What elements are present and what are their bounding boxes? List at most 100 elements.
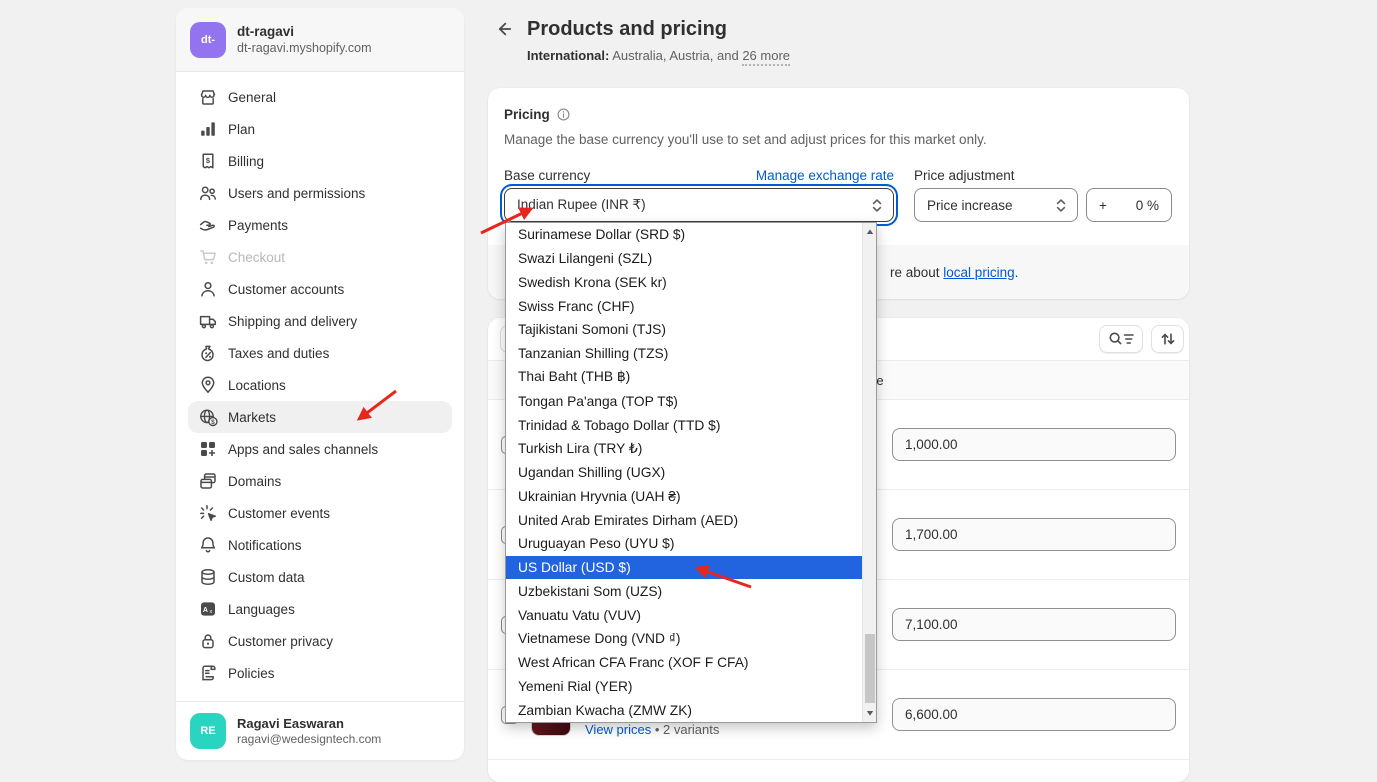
currency-option[interactable]: Thai Baht (THB ฿) xyxy=(506,366,862,390)
sidebar-item-label: Plan xyxy=(228,122,255,137)
select-updown-icon xyxy=(1055,198,1067,213)
manage-exchange-rate-link[interactable]: Manage exchange rate xyxy=(756,168,894,183)
back-arrow-icon[interactable] xyxy=(494,19,514,39)
currency-option[interactable]: Zambian Kwacha (ZMW ZK) xyxy=(506,698,862,722)
user-account[interactable]: RE Ragavi Easwaran ragavi@wedesigntech.c… xyxy=(176,701,464,760)
currency-option[interactable]: Tajikistani Somoni (TJS) xyxy=(506,318,862,342)
view-prices-link[interactable]: View prices xyxy=(585,722,651,737)
search-filter-icon xyxy=(1108,331,1135,347)
currency-option[interactable]: West African CFA Franc (XOF F CFA) xyxy=(506,651,862,675)
currency-option[interactable]: Swiss Franc (CHF) xyxy=(506,294,862,318)
user-email: ragavi@wedesigntech.com xyxy=(237,732,381,746)
sidebar-item-checkout[interactable]: Checkout xyxy=(188,241,452,273)
price-adjustment-type-value: Price increase xyxy=(927,198,1013,213)
pricing-card-title: Pricing xyxy=(504,107,571,122)
price-input[interactable] xyxy=(892,608,1176,641)
currency-option[interactable]: Swedish Krona (SEK kr) xyxy=(506,271,862,295)
sort-button[interactable] xyxy=(1151,325,1184,353)
user-avatar: RE xyxy=(190,713,226,749)
price-input[interactable] xyxy=(892,428,1176,461)
sidebar-item-apps-and-sales-channels[interactable]: Apps and sales channels xyxy=(188,433,452,465)
currency-option[interactable]: Ukrainian Hryvnia (UAH ₴) xyxy=(506,484,862,508)
currency-option[interactable]: Uzbekistani Som (UZS) xyxy=(506,579,862,603)
billing-icon: $ xyxy=(198,151,218,171)
scrollbar-thumb[interactable] xyxy=(865,634,875,703)
sidebar-item-label: Policies xyxy=(228,666,275,681)
currency-option[interactable]: Turkish Lira (TRY ₺) xyxy=(506,437,862,461)
variant-count: • 2 variants xyxy=(655,722,720,737)
sidebar-item-label: Taxes and duties xyxy=(228,346,329,361)
sidebar-item-plan[interactable]: Plan xyxy=(188,113,452,145)
adjustment-prefix: + xyxy=(1099,198,1107,213)
price-input[interactable] xyxy=(892,518,1176,551)
info-icon[interactable] xyxy=(556,107,571,122)
currency-option[interactable]: US Dollar (USD $) xyxy=(506,556,862,580)
sidebar-item-customer-privacy[interactable]: Customer privacy xyxy=(188,625,452,657)
scroll-up-icon[interactable] xyxy=(863,225,876,239)
currency-option[interactable]: Vietnamese Dong (VND ₫) xyxy=(506,627,862,651)
sidebar-item-notifications[interactable]: Notifications xyxy=(188,529,452,561)
page-title: Products and pricing xyxy=(527,16,727,42)
base-currency-select[interactable]: Indian Rupee (INR ₹) xyxy=(504,188,894,222)
currency-option[interactable]: Ugandan Shilling (UGX) xyxy=(506,461,862,485)
privacy-icon xyxy=(198,631,218,651)
dropdown-scrollbar[interactable] xyxy=(862,223,876,722)
user-initials: RE xyxy=(200,725,215,737)
sidebar-item-payments[interactable]: Payments xyxy=(188,209,452,241)
sidebar-item-customer-accounts[interactable]: Customer accounts xyxy=(188,273,452,305)
currency-option[interactable]: Vanuatu Vatu (VUV) xyxy=(506,603,862,627)
sidebar-item-users-and-permissions[interactable]: Users and permissions xyxy=(188,177,452,209)
svg-text:x: x xyxy=(210,609,213,615)
notifications-icon xyxy=(198,535,218,555)
sidebar-item-markets[interactable]: $Markets xyxy=(188,401,452,433)
currency-option[interactable]: Tanzanian Shilling (TZS) xyxy=(506,342,862,366)
more-countries-link[interactable]: 26 more xyxy=(742,48,790,66)
local-pricing-link[interactable]: local pricing xyxy=(943,265,1014,280)
sidebar-item-billing[interactable]: $Billing xyxy=(188,145,452,177)
sidebar-item-policies[interactable]: Policies xyxy=(188,657,452,689)
sidebar-item-customer-events[interactable]: Customer events xyxy=(188,497,452,529)
footer-suffix: . xyxy=(1015,265,1019,280)
store-switcher[interactable]: dt- dt-ragavi dt-ragavi.myshopify.com xyxy=(176,8,464,72)
currency-option[interactable]: Uruguayan Peso (UYU $) xyxy=(506,532,862,556)
currency-option[interactable]: Surinamese Dollar (SRD $) xyxy=(506,223,862,247)
sidebar-item-shipping-and-delivery[interactable]: Shipping and delivery xyxy=(188,305,452,337)
sidebar-item-label: Notifications xyxy=(228,538,302,553)
taxes-icon xyxy=(198,343,218,363)
search-filter-button[interactable] xyxy=(1099,325,1143,353)
currency-dropdown: Surinamese Dollar (SRD $)Swazi Lilangeni… xyxy=(505,222,877,723)
currency-option[interactable]: Trinidad & Tobago Dollar (TTD $) xyxy=(506,413,862,437)
store-name: dt-ragavi xyxy=(237,24,372,39)
market-name: International: xyxy=(527,48,609,63)
price-adjustment-type-select[interactable]: Price increase xyxy=(914,188,1078,222)
custom-data-icon xyxy=(198,567,218,587)
currency-option[interactable]: Yemeni Rial (YER) xyxy=(506,675,862,699)
currency-option[interactable]: Swazi Lilangeni (SZL) xyxy=(506,247,862,271)
languages-icon: Ax xyxy=(198,599,218,619)
sidebar-item-languages[interactable]: AxLanguages xyxy=(188,593,452,625)
scroll-down-icon[interactable] xyxy=(863,706,876,720)
plan-icon xyxy=(198,119,218,139)
sort-icon xyxy=(1160,331,1176,347)
sidebar-item-locations[interactable]: Locations xyxy=(188,369,452,401)
sidebar-item-taxes-and-duties[interactable]: Taxes and duties xyxy=(188,337,452,369)
page-header: Products and pricing International: Aust… xyxy=(488,16,790,63)
price-input[interactable] xyxy=(892,698,1176,731)
shipping-icon xyxy=(198,311,218,331)
user-meta: Ragavi Easwaran ragavi@wedesigntech.com xyxy=(237,716,381,746)
svg-text:$: $ xyxy=(211,419,215,426)
sidebar-item-custom-data[interactable]: Custom data xyxy=(188,561,452,593)
customer-accounts-icon xyxy=(198,279,218,299)
currency-option[interactable]: United Arab Emirates Dirham (AED) xyxy=(506,508,862,532)
price-adjustment-value-field[interactable]: + 0 % xyxy=(1086,188,1172,222)
sidebar-item-domains[interactable]: Domains xyxy=(188,465,452,497)
sidebar-item-label: Users and permissions xyxy=(228,186,365,201)
sidebar-item-label: Payments xyxy=(228,218,288,233)
sidebar-item-general[interactable]: General xyxy=(188,81,452,113)
sidebar-item-label: Customer events xyxy=(228,506,330,521)
currency-option[interactable]: Tongan Pa'anga (TOP T$) xyxy=(506,389,862,413)
sidebar-item-label: General xyxy=(228,90,276,105)
customer-events-icon xyxy=(198,503,218,523)
settings-page: dt- dt-ragavi dt-ragavi.myshopify.com Ge… xyxy=(0,0,1377,782)
user-name: Ragavi Easwaran xyxy=(237,716,381,731)
